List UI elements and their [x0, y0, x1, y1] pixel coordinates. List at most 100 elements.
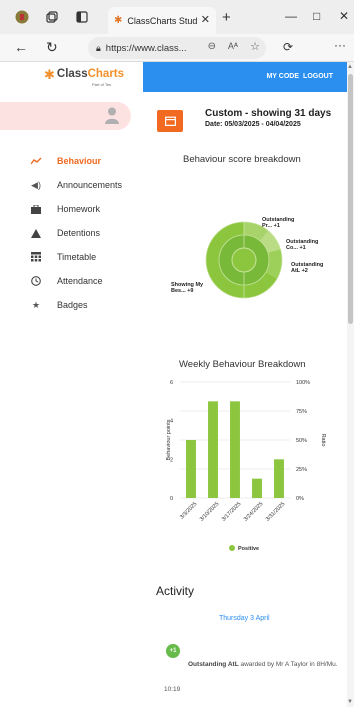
- activity-title: Activity: [156, 584, 195, 598]
- weekly-behaviour-chart: 0 2 4 6 0% 25% 50% 75% 100% Behaviour points Ratio…: [160, 372, 340, 557]
- legend-positive-swatch: [229, 545, 235, 551]
- bar-positive: [230, 401, 240, 498]
- sidebar-item-announcements[interactable]: ◀︎) Announcements: [0, 176, 143, 194]
- read-aloud-icon[interactable]: Aᴬ: [228, 41, 238, 51]
- behaviour-sunburst-chart: Outstanding Pr... +1 Outstanding Co... +1 …: [166, 205, 346, 315]
- y-axis-label: Behaviour points: [166, 419, 172, 460]
- maximize-button[interactable]: □: [313, 9, 320, 23]
- sidebar-item-attendance[interactable]: Attendance: [0, 272, 143, 290]
- calendar-grid-icon: [30, 251, 42, 263]
- student-profile[interactable]: [0, 102, 131, 130]
- bar-positive: [208, 401, 218, 498]
- scroll-up-icon[interactable]: ▲: [347, 64, 353, 70]
- sunburst-center: [231, 247, 257, 273]
- bar-positive: [274, 459, 284, 498]
- sunburst-label-showing-my-best: Showing My Bes... +9: [171, 282, 204, 294]
- y2-tick-label: 25%: [296, 467, 307, 473]
- activity-date: Thursday 3 April: [219, 615, 270, 622]
- x-tick-label: 3/24/2025: [243, 501, 265, 523]
- avatar-person-icon: [105, 107, 119, 124]
- x-tick-label: 3/17/2025: [221, 501, 243, 523]
- activity-time: 10:19: [164, 686, 181, 693]
- x-tick-label: 3/3/2025: [179, 501, 198, 520]
- sidebar-item-label: Homework: [57, 204, 101, 214]
- classcharts-logo[interactable]: ✱ Class Charts Part of Tes: [44, 68, 124, 90]
- date-filter-title: Custom - showing 31 days: [205, 108, 332, 119]
- logout-link[interactable]: LOGOUT: [303, 73, 333, 80]
- sunburst-label-outstanding-co: Outstanding Co... +1: [286, 239, 319, 251]
- tab-close-icon[interactable]: ✕: [201, 13, 210, 26]
- activity-description: Outstanding AtL awarded by Mr A Taylor i…: [188, 660, 344, 669]
- top-navigation-bar: MY CODE LOGOUT: [143, 62, 347, 92]
- chart-line-icon: [30, 155, 42, 167]
- back-arrow-icon[interactable]: ←: [14, 39, 28, 55]
- star-icon: ★: [31, 299, 41, 310]
- sidebar-item-label: Timetable: [57, 252, 97, 262]
- address-toolbar: ← ↻ 🔒︎ https://www.class... ⊖ Aᴬ ☆ ⟳ ···: [0, 34, 354, 62]
- url-field[interactable]: 🔒︎ https://www.class... ⊖ Aᴬ ☆: [88, 37, 266, 59]
- sidebar-item-homework[interactable]: Homework: [0, 200, 143, 218]
- bar-positive: [186, 440, 196, 498]
- sidebar-item-label: Detentions: [57, 228, 101, 238]
- logo-star-icon: ✱: [44, 67, 55, 82]
- logo-subtitle: Part of Tes: [92, 82, 112, 87]
- url-text: https://www.class...: [105, 42, 187, 54]
- workspaces-icon[interactable]: [44, 9, 60, 25]
- minimize-button[interactable]: —: [285, 9, 297, 23]
- sidebar-item-label: Attendance: [57, 276, 103, 286]
- scroll-down-icon[interactable]: ▼: [347, 699, 353, 705]
- sidebar-item-label: Badges: [57, 300, 88, 310]
- sidebar: ✱ Class Charts Part of Tes Behaviour ◀︎) …: [0, 62, 143, 707]
- megaphone-icon: ◀︎): [31, 179, 41, 190]
- sidebar-item-label: Announcements: [57, 180, 123, 190]
- logo-word-charts: Charts: [87, 68, 125, 80]
- calendar-icon: [164, 116, 176, 126]
- x-tick-label: 3/10/2025: [199, 501, 221, 523]
- tab-title: ClassCharts Studi: [127, 15, 198, 26]
- breakdown-title: Behaviour score breakdown: [183, 154, 301, 165]
- classcharts-favicon-icon: ✱: [114, 15, 123, 26]
- browser-tab[interactable]: ✱ ClassCharts Studi ✕: [108, 7, 216, 34]
- clock-icon: [30, 275, 42, 287]
- sidebar-item-detentions[interactable]: Detentions: [0, 224, 143, 242]
- more-menu-icon[interactable]: ···: [334, 38, 346, 52]
- zoom-icon[interactable]: ⊖: [208, 41, 216, 52]
- tab-actions-icon[interactable]: [74, 9, 90, 25]
- date-filter-range: Date: 05/03/2025 - 04/04/2025: [205, 121, 301, 128]
- y-tick-label: 0: [170, 496, 173, 502]
- x-tick-label: 3/31/2025: [265, 501, 287, 523]
- weekly-chart-svg: 02460%25%50%75%100%Behaviour points Ratio…: [166, 380, 326, 552]
- y2-axis-label: Ratio: [320, 434, 326, 447]
- legend-positive-label: Positive: [238, 546, 259, 552]
- weekly-chart-title: Weekly Behaviour Breakdown: [179, 359, 306, 370]
- logo-word-class: Class: [56, 68, 88, 80]
- extensions-icon[interactable]: ⟳: [283, 40, 293, 54]
- date-picker-button[interactable]: [157, 110, 183, 132]
- y2-tick-label: 100%: [296, 380, 310, 386]
- sidebar-item-label: Behaviour: [57, 156, 102, 166]
- favorite-star-icon[interactable]: ☆: [250, 40, 260, 53]
- warning-icon: [30, 227, 42, 239]
- profile-avatar-icon[interactable]: [14, 9, 30, 25]
- y2-tick-label: 0%: [296, 496, 304, 502]
- sidebar-item-timetable[interactable]: Timetable: [0, 248, 143, 266]
- sunburst-label-outstanding-atl: Outstanding AtL +2: [291, 262, 324, 274]
- y2-tick-label: 50%: [296, 438, 307, 444]
- y2-tick-label: 75%: [296, 409, 307, 415]
- y-tick-label: 6: [170, 380, 173, 386]
- close-window-button[interactable]: ✕: [339, 9, 349, 23]
- new-tab-button[interactable]: +: [222, 9, 231, 26]
- sunburst-svg: [205, 221, 283, 299]
- sidebar-item-badges[interactable]: ★ Badges: [0, 296, 143, 314]
- briefcase-icon: [30, 203, 42, 215]
- browser-tab-bar: ✱ ClassCharts Studi ✕ + — □ ✕: [0, 0, 354, 34]
- scrollbar-thumb[interactable]: [348, 74, 353, 324]
- sidebar-item-behaviour[interactable]: Behaviour: [0, 152, 143, 170]
- activity-points-badge: +1: [166, 644, 180, 658]
- my-code-link[interactable]: MY CODE: [266, 73, 299, 80]
- activity-awarded-by: awarded by Mr A Taylor in 8H/Mu.: [238, 661, 338, 668]
- refresh-icon[interactable]: ↻: [46, 39, 58, 56]
- bar-positive: [252, 478, 262, 498]
- sunburst-label-outstanding-pr: Outstanding Pr... +1: [262, 217, 295, 229]
- page-scrollbar[interactable]: ▲ ▼: [347, 62, 354, 707]
